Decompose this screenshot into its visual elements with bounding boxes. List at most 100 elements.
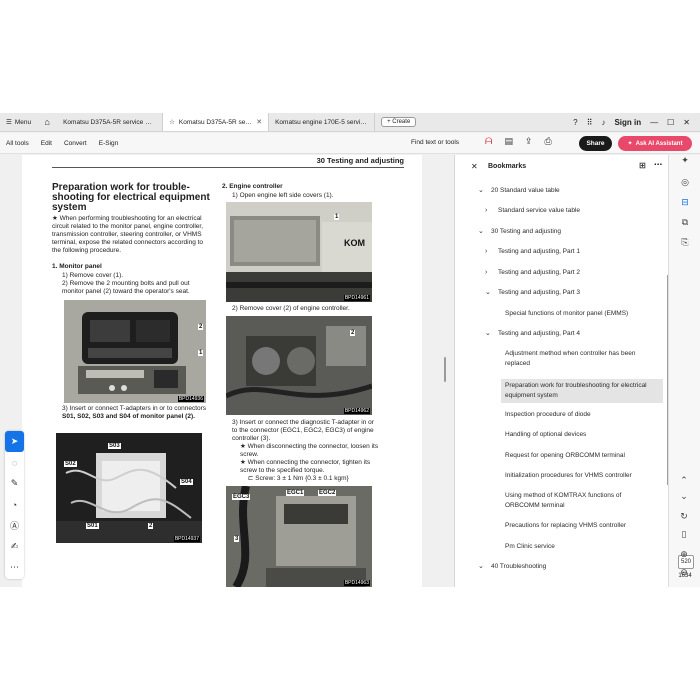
- bookmark-item[interactable]: › Testing and adjusting, Part 1: [485, 247, 658, 257]
- more-options-icon[interactable]: ⋯: [654, 160, 662, 169]
- create-button[interactable]: + Create: [381, 117, 417, 127]
- menu-all-tools[interactable]: All tools: [0, 140, 35, 147]
- close-icon[interactable]: ✕: [683, 118, 690, 127]
- comments-icon[interactable]: ◎: [669, 177, 700, 188]
- tab-document-1[interactable]: Komatsu D375A-5R service man...: [57, 113, 164, 131]
- s1-step2: 2) Remove the 2 mounting bolts and pull …: [62, 280, 190, 295]
- chevron-down-icon[interactable]: ⌄: [478, 562, 484, 572]
- bookmark-item[interactable]: Request for opening ORBCOMM terminal: [505, 451, 665, 461]
- attachments-icon[interactable]: ⎘: [669, 237, 700, 248]
- toolbar: All tools Edit Convert E-Sign Find text …: [0, 133, 700, 154]
- menu-edit[interactable]: Edit: [35, 140, 58, 147]
- bookmark-label: Special functions of monitor panel (EMMS…: [505, 310, 629, 317]
- chevron-right-icon[interactable]: ›: [485, 206, 487, 216]
- bookmark-item[interactable]: Inspection procedure of diode: [505, 410, 665, 420]
- bookmark-item[interactable]: Using method of KOMTRAX functions of ORB…: [505, 491, 645, 511]
- bookmark-item[interactable]: Adjustment method when controller has be…: [505, 349, 659, 369]
- sign-in-button[interactable]: Sign in: [614, 118, 641, 127]
- photo-code: BPD14962: [343, 408, 370, 414]
- add-bookmark-icon[interactable]: ⊞: [639, 161, 646, 170]
- rotate-icon[interactable]: ↻: [668, 511, 700, 522]
- bookmarks-icon[interactable]: ⊟: [669, 197, 700, 208]
- chevron-down-icon[interactable]: ⌄: [668, 491, 700, 502]
- stamp-tool-icon[interactable]: ✍: [5, 536, 24, 557]
- upload-icon[interactable]: ⇪: [525, 136, 533, 147]
- callout-egc2: EGC2: [318, 490, 337, 496]
- maximize-icon[interactable]: ☐: [667, 118, 674, 127]
- star-icon: ★: [52, 215, 60, 222]
- page-header: 30 Testing and adjusting: [52, 155, 404, 168]
- print-icon[interactable]: ⎙: [545, 136, 552, 147]
- document-scroll-thumb[interactable]: [444, 357, 446, 382]
- comment-tool-icon[interactable]: ◌: [5, 452, 24, 473]
- callout-egc1: EGC1: [286, 490, 305, 496]
- ai-panel-icon[interactable]: ✦: [669, 155, 700, 166]
- bookmark-item[interactable]: › Testing and adjusting, Part 2: [485, 268, 658, 278]
- photo-monitor-connectors: S03 S02 S04 S01 2 BPD14937: [56, 433, 202, 543]
- chevron-down-icon[interactable]: ⌄: [478, 186, 484, 196]
- bell-icon[interactable]: ♪: [601, 118, 605, 127]
- apps-icon[interactable]: ⠿: [587, 118, 593, 127]
- zoom-in-icon[interactable]: ⊕: [668, 549, 700, 560]
- chevron-right-icon[interactable]: ›: [485, 268, 487, 278]
- chevron-up-icon[interactable]: ⌃: [668, 475, 700, 486]
- text-select-tool-icon[interactable]: Ⓐ: [5, 515, 24, 536]
- menu-button[interactable]: ☰ Menu: [0, 113, 37, 131]
- acrobat-icon[interactable]: ᗩ: [485, 136, 492, 147]
- bookmark-item[interactable]: Pm Clinic service: [505, 542, 665, 552]
- s2-star1-text: When disconnecting the connector, loosen…: [240, 443, 379, 458]
- pdf-page: 30 Testing and adjusting Preparation wor…: [22, 155, 422, 587]
- create-label: Create: [392, 119, 411, 125]
- bookmark-item[interactable]: Special functions of monitor panel (EMMS…: [505, 309, 665, 319]
- bookmark-item[interactable]: Handling of optional devices: [505, 430, 665, 440]
- bookmark-item[interactable]: ⌄ 20 Standard value table: [478, 186, 651, 196]
- chevron-down-icon[interactable]: ⌄: [478, 227, 484, 237]
- photo-monitor-panel: 2 1 BPD14936: [64, 300, 206, 403]
- chevron-right-icon[interactable]: ›: [485, 247, 487, 257]
- bookmark-label: Testing and adjusting, Part 1: [498, 248, 581, 255]
- copy-icon[interactable]: ⧉: [669, 217, 700, 228]
- document-scrollbar[interactable]: [441, 155, 449, 587]
- photo-code: BPD14963: [343, 580, 370, 586]
- fit-page-icon[interactable]: ▯: [668, 529, 700, 540]
- bookmark-item[interactable]: Preparation work for troubleshooting for…: [501, 379, 663, 403]
- lasso-tool-icon[interactable]: ◔: [5, 494, 24, 515]
- bookmark-item[interactable]: ⌄ Testing and adjusting, Part 3: [485, 288, 658, 298]
- save-icon[interactable]: ▤: [504, 136, 513, 147]
- minimize-icon[interactable]: —: [650, 118, 658, 127]
- close-tab-icon[interactable]: ✕: [256, 118, 262, 126]
- tab-label: Komatsu engine 170E-5 service ...: [275, 118, 369, 126]
- menu-convert[interactable]: Convert: [58, 140, 93, 147]
- zoom-out-icon[interactable]: ⊖: [668, 567, 700, 578]
- bookmark-item[interactable]: › Standard service value table: [485, 206, 658, 216]
- bookmark-item[interactable]: ⌄ 30 Testing and adjusting: [478, 227, 651, 237]
- more-tools-icon[interactable]: ⋯: [5, 557, 24, 578]
- callout-s04: S04: [180, 479, 193, 485]
- bookmark-label: Testing and adjusting, Part 4: [498, 330, 581, 337]
- menu-e-sign[interactable]: E-Sign: [93, 140, 125, 147]
- tab-document-3[interactable]: Komatsu engine 170E-5 service ...: [269, 113, 376, 131]
- bookmark-item[interactable]: ⌄ 40 Troubleshooting: [478, 562, 651, 572]
- help-icon[interactable]: ?: [573, 118, 577, 127]
- bookmark-item[interactable]: Initialization procedures for VHMS contr…: [505, 471, 665, 481]
- ask-ai-label: Ask AI Assistant: [635, 140, 683, 147]
- bookmark-item[interactable]: ⌄ Testing and adjusting, Part 4: [485, 329, 658, 339]
- bookmark-item[interactable]: Precautions for replacing VHMS controlle…: [505, 521, 665, 531]
- bookmark-label: Preparation work for troubleshooting for…: [505, 382, 647, 399]
- find-text-or-tools[interactable]: Find text or tools: [411, 139, 459, 146]
- ask-ai-assistant-button[interactable]: ✦ Ask AI Assistant: [618, 136, 692, 151]
- bookmark-label: Pm Clinic service: [505, 543, 555, 550]
- star-icon[interactable]: ☆: [169, 118, 175, 126]
- document-viewer[interactable]: 30 Testing and adjusting Preparation wor…: [0, 155, 452, 587]
- chevron-down-icon[interactable]: ⌄: [485, 288, 491, 298]
- share-button[interactable]: Share: [579, 136, 612, 151]
- chevron-down-icon[interactable]: ⌄: [485, 329, 491, 339]
- close-panel-icon[interactable]: ✕: [471, 162, 478, 171]
- home-icon[interactable]: ⌂: [37, 113, 57, 131]
- select-tool-icon[interactable]: ➤: [5, 431, 24, 452]
- tab-document-2[interactable]: ☆ Komatsu D375A-5R serv... ✕: [163, 113, 270, 131]
- bookmark-label: Initialization procedures for VHMS contr…: [505, 472, 632, 479]
- s2-step2: 2) Remove cover (2) of engine controller…: [232, 305, 350, 312]
- draw-tool-icon[interactable]: ✎: [5, 473, 24, 494]
- bookmarks-header: ✕ Bookmarks ⊞ ⋯: [455, 155, 669, 179]
